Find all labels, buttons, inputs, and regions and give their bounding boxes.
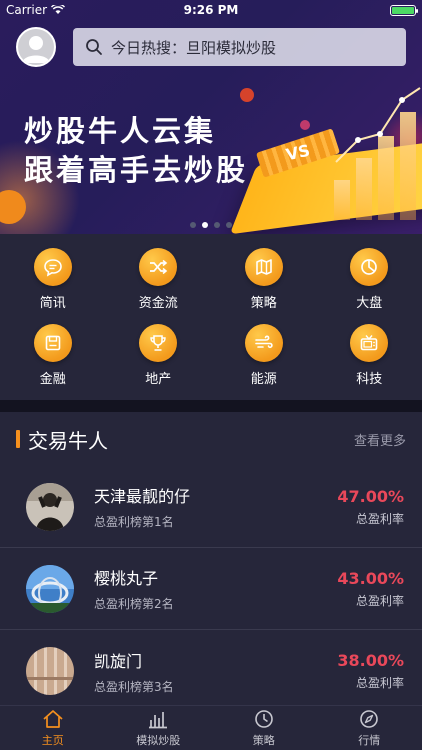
tab-strategy[interactable]: 策略 bbox=[211, 706, 317, 750]
profit-rate-label: 总盈利率 bbox=[355, 676, 404, 690]
section-accent-bar bbox=[16, 430, 20, 448]
banner-orb bbox=[300, 120, 310, 130]
search-hot-text: 今日热搜：旦阳模拟炒股 bbox=[111, 38, 277, 57]
trophy-icon bbox=[139, 324, 178, 362]
trader-name: 天津最靓的仔 bbox=[94, 487, 191, 506]
user-silhouette-icon bbox=[22, 36, 50, 63]
page-dot[interactable] bbox=[190, 222, 196, 228]
banner-trend-line bbox=[335, 87, 421, 163]
wind-icon bbox=[244, 324, 283, 362]
wifi-icon bbox=[51, 5, 66, 14]
view-more-link[interactable]: 查看更多 bbox=[354, 430, 406, 449]
trader-name: 凯旋门 bbox=[94, 651, 143, 671]
floppy-icon bbox=[33, 324, 72, 362]
trader-avatar bbox=[26, 647, 74, 695]
trader-row[interactable]: 樱桃丸子 总盈利榜第2名 43.00% 总盈利率 bbox=[0, 548, 422, 630]
category-label: 地产 bbox=[145, 372, 172, 387]
tab-market[interactable]: 行情 bbox=[317, 706, 422, 750]
pie-chart-icon bbox=[350, 248, 389, 286]
tab-simulated-trading[interactable]: 模拟炒股 bbox=[106, 706, 212, 750]
category-label: 资金流 bbox=[138, 296, 178, 311]
category-grid: 简讯 资金流 策略 大盘 金融 地产 能源 科技 bbox=[0, 234, 422, 400]
shuffle-icon bbox=[139, 248, 178, 286]
category-technology[interactable]: 科技 bbox=[317, 324, 422, 400]
tab-label: 策略 bbox=[252, 733, 275, 747]
section-header: 交易牛人 查看更多 bbox=[0, 412, 422, 466]
profit-rate: 47.00% bbox=[337, 486, 404, 506]
category-label: 大盘 bbox=[356, 296, 383, 311]
tab-label: 主页 bbox=[41, 733, 64, 747]
banner-slogan: 炒股牛人云集 跟着高手去炒股 bbox=[24, 112, 248, 190]
tab-label: 模拟炒股 bbox=[136, 733, 181, 747]
category-fund-flow[interactable]: 资金流 bbox=[106, 248, 212, 324]
trader-rank: 总盈利榜第2名 bbox=[94, 597, 174, 611]
page-dot-active[interactable] bbox=[202, 222, 208, 228]
page-dot[interactable] bbox=[214, 222, 220, 228]
trader-rank: 总盈利榜第1名 bbox=[94, 515, 174, 529]
profit-rate: 43.00% bbox=[337, 568, 404, 588]
status-bar: Carrier 9:26 PM bbox=[0, 0, 422, 20]
banner-orb bbox=[240, 88, 254, 102]
page-dot[interactable] bbox=[226, 222, 232, 228]
category-energy[interactable]: 能源 bbox=[211, 324, 317, 400]
tab-label: 行情 bbox=[358, 733, 381, 747]
search-icon bbox=[86, 39, 102, 55]
home-icon bbox=[43, 709, 63, 728]
trader-rank: 总盈利榜第3名 bbox=[94, 679, 174, 694]
profit-rate: 38.00% bbox=[337, 651, 404, 670]
profit-rate-label: 总盈利率 bbox=[355, 511, 404, 526]
trader-name: 樱桃丸子 bbox=[94, 569, 159, 588]
tab-home[interactable]: 主页 bbox=[0, 706, 106, 750]
trader-row[interactable]: 凯旋门 总盈利榜第3名 38.00% 总盈利率 bbox=[0, 630, 422, 705]
banner-page-indicator[interactable] bbox=[0, 222, 422, 228]
battery-icon bbox=[390, 4, 418, 16]
chat-bubble-icon bbox=[33, 248, 72, 286]
trader-row[interactable]: 天津最靓的仔 总盈利榜第1名 47.00% 总盈利率 bbox=[0, 466, 422, 548]
category-real-estate[interactable]: 地产 bbox=[106, 324, 212, 400]
category-label: 策略 bbox=[250, 296, 277, 311]
category-label: 金融 bbox=[39, 372, 66, 387]
category-strategy[interactable]: 策略 bbox=[211, 248, 317, 324]
bar-chart-icon bbox=[149, 711, 168, 728]
trader-avatar bbox=[26, 482, 74, 531]
carrier-label: Carrier bbox=[6, 3, 48, 17]
section-divider bbox=[0, 400, 422, 412]
bottom-tab-bar: 主页 模拟炒股 策略 行情 bbox=[0, 705, 422, 750]
category-label: 简讯 bbox=[39, 296, 66, 311]
top-traders-section: 交易牛人 查看更多 天津最靓的仔 总盈利榜第1名 47.00% 总盈利率 樱桃丸… bbox=[0, 412, 422, 705]
banner-slogan-line1: 炒股牛人云集 bbox=[24, 114, 217, 148]
category-label: 能源 bbox=[250, 372, 277, 387]
clock-icon bbox=[254, 709, 273, 728]
category-news[interactable]: 简讯 bbox=[0, 248, 106, 324]
search-bar[interactable]: 今日热搜：旦阳模拟炒股 bbox=[73, 28, 406, 66]
banner-slogan-line2: 跟着高手去炒股 bbox=[24, 153, 249, 187]
category-finance[interactable]: 金融 bbox=[0, 324, 106, 400]
category-market[interactable]: 大盘 bbox=[317, 248, 422, 324]
category-label: 科技 bbox=[356, 372, 383, 387]
compass-icon bbox=[360, 709, 379, 728]
map-icon bbox=[244, 248, 283, 286]
section-title: 交易牛人 bbox=[28, 428, 108, 453]
trader-avatar bbox=[26, 564, 74, 613]
profit-rate-label: 总盈利率 bbox=[355, 593, 404, 608]
user-avatar[interactable] bbox=[16, 27, 56, 67]
tv-icon bbox=[350, 324, 389, 362]
